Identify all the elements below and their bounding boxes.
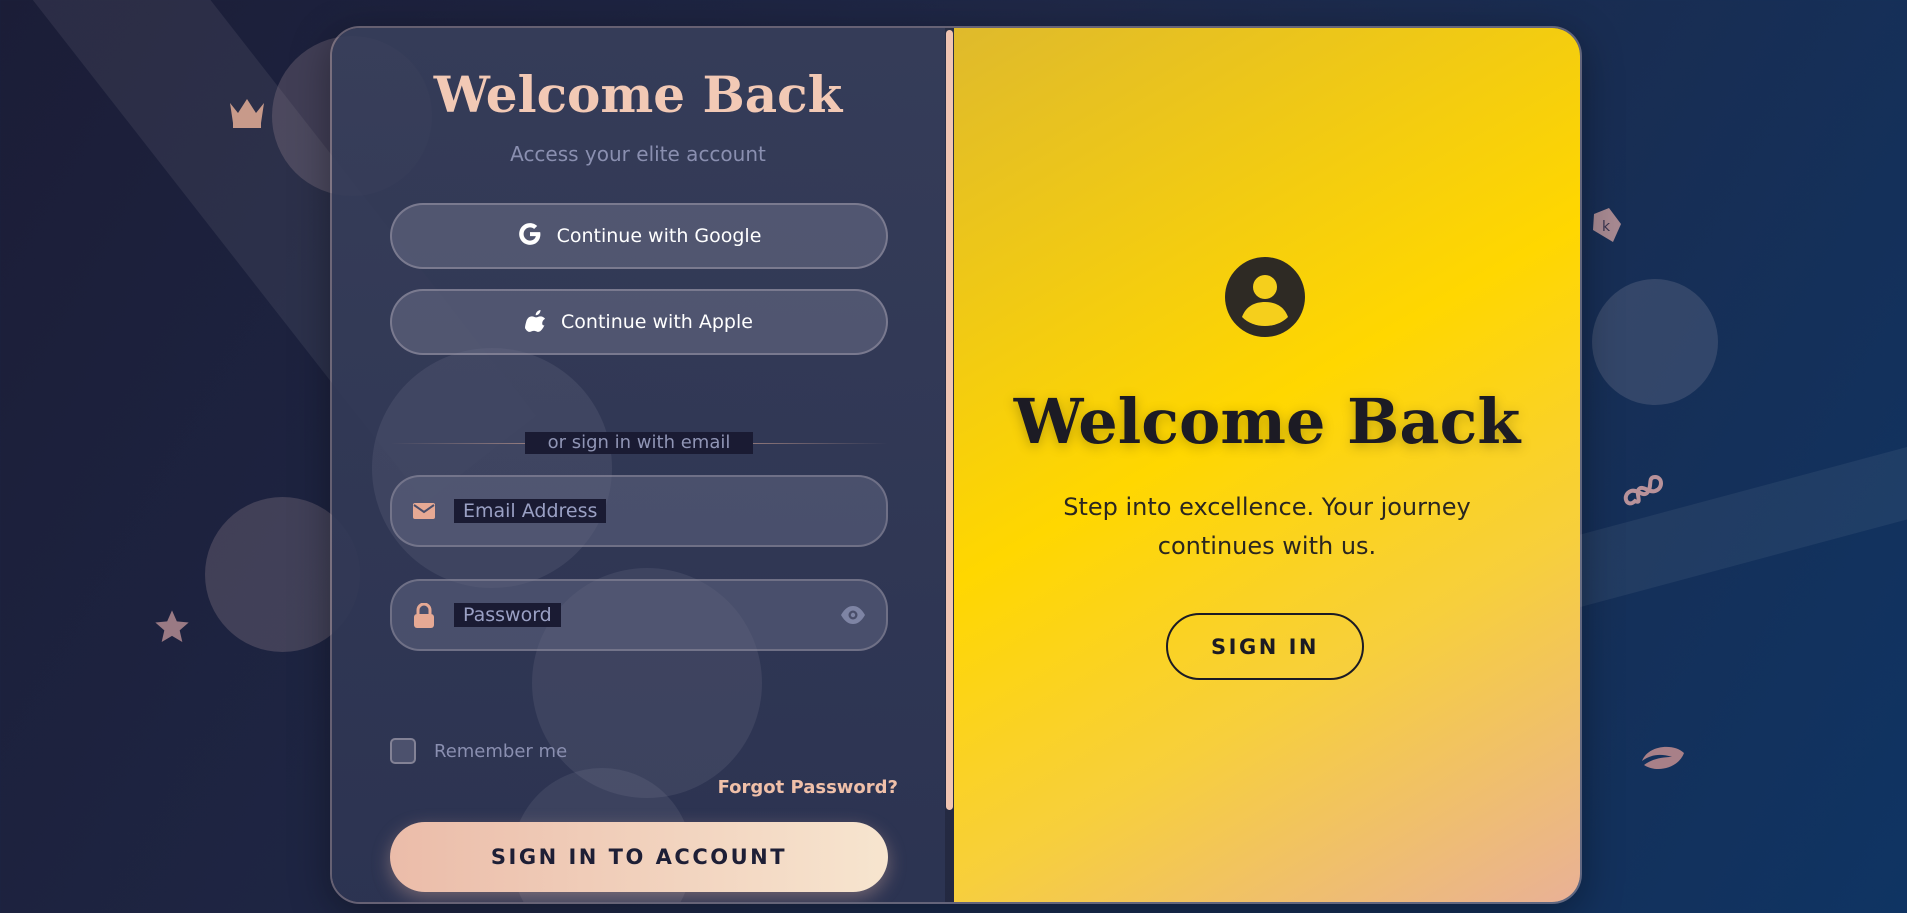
divider-text: or sign in with email bbox=[525, 432, 753, 454]
apple-signin-button[interactable]: Continue with Apple bbox=[390, 289, 888, 355]
kanji-gem-icon: k bbox=[1588, 205, 1624, 245]
google-signin-label: Continue with Google bbox=[556, 225, 762, 247]
email-placeholder: Email Address bbox=[454, 499, 607, 523]
scrollbar-thumb[interactable] bbox=[946, 30, 953, 810]
page: { "colors": { "accent": "#f2c9b5", "pane… bbox=[0, 0, 1907, 913]
welcome-overlay-panel: Welcome Back Step into excellence. Your … bbox=[954, 28, 1580, 902]
form-subtitle: Access your elite account bbox=[510, 142, 766, 166]
google-icon bbox=[517, 221, 543, 252]
infinity-icon bbox=[1622, 470, 1666, 514]
bokeh-circle bbox=[1592, 279, 1718, 405]
lock-icon bbox=[412, 602, 436, 633]
sign-in-submit-button[interactable]: SIGN IN TO ACCOUNT bbox=[390, 822, 888, 892]
crown-icon bbox=[226, 92, 268, 130]
email-field[interactable]: Email Address bbox=[390, 475, 888, 547]
email-divider: or sign in with email bbox=[390, 432, 888, 454]
google-signin-button[interactable]: Continue with Google bbox=[390, 203, 888, 269]
forgot-password-link[interactable]: Forgot Password? bbox=[718, 777, 898, 798]
svg-text:k: k bbox=[1602, 219, 1611, 235]
form-scrollbar[interactable] bbox=[945, 28, 954, 902]
form-title: Welcome Back bbox=[433, 65, 843, 124]
leaf-icon bbox=[1638, 740, 1686, 778]
eye-icon[interactable] bbox=[840, 605, 866, 629]
password-placeholder: Password bbox=[454, 603, 561, 627]
remember-me: Remember me bbox=[390, 738, 567, 764]
overlay-tagline: Step into excellence. Your journey conti… bbox=[1063, 493, 1471, 560]
remember-me-checkbox[interactable] bbox=[390, 738, 416, 764]
remember-me-label: Remember me bbox=[434, 740, 568, 762]
overlay-title: Welcome Back bbox=[1013, 385, 1521, 458]
password-field[interactable]: Password bbox=[390, 579, 888, 651]
light-beam bbox=[1560, 431, 1907, 608]
star-icon bbox=[150, 605, 194, 649]
auth-card: Welcome Back Access your elite account C… bbox=[330, 26, 1582, 904]
overlay-sign-in-button[interactable]: SIGN IN bbox=[1166, 613, 1364, 680]
apple-signin-label: Continue with Apple bbox=[561, 311, 753, 333]
envelope-icon bbox=[412, 499, 436, 527]
bokeh-circle bbox=[372, 348, 612, 588]
sign-in-form-panel: Welcome Back Access your elite account C… bbox=[332, 28, 954, 902]
apple-icon bbox=[525, 308, 547, 337]
user-circle-icon bbox=[1224, 256, 1306, 342]
